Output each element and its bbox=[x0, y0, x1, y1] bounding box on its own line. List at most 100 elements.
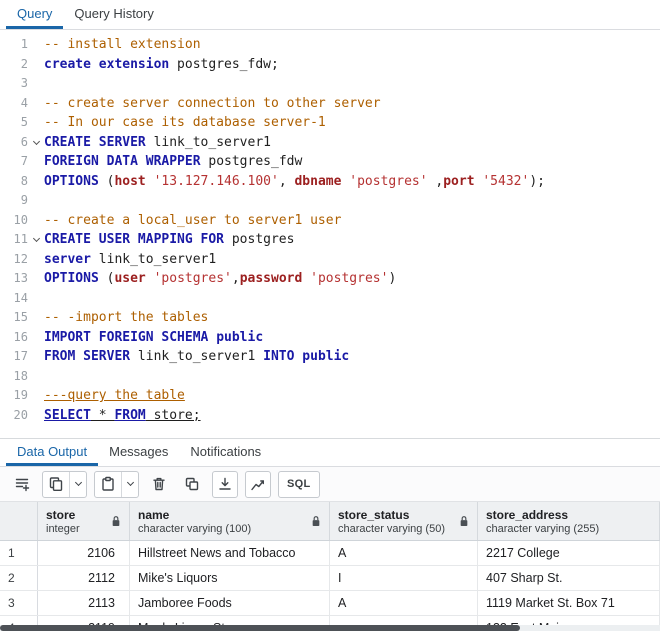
code-text: server link_to_server1 bbox=[44, 251, 217, 267]
tab-query-history[interactable]: Query History bbox=[63, 0, 164, 29]
copy-dropdown-button[interactable] bbox=[69, 471, 86, 497]
column-name: store_status bbox=[338, 507, 410, 522]
horizontal-scrollbar[interactable] bbox=[0, 625, 660, 631]
code-line[interactable]: 20 SELECT * FROM store; bbox=[0, 406, 660, 426]
code-line[interactable]: 14 bbox=[0, 289, 660, 309]
fold-gutter bbox=[28, 55, 44, 75]
data-cell[interactable]: 1119 Market St. Box 71 bbox=[478, 591, 660, 615]
save-data-changes-button[interactable] bbox=[179, 471, 205, 498]
save-data-changes-icon bbox=[184, 476, 200, 492]
line-number: 2 bbox=[20, 56, 28, 71]
data-output-toolbar: SQL bbox=[0, 467, 660, 502]
column-name: name bbox=[138, 507, 170, 522]
fold-toggle-icon[interactable] bbox=[28, 133, 44, 153]
code-line[interactable]: 8 OPTIONS (host '13.127.146.100', dbname … bbox=[0, 172, 660, 192]
line-number: 5 bbox=[20, 115, 28, 129]
code-line[interactable]: 11 CREATE USER MAPPING FOR postgres bbox=[0, 230, 660, 250]
fold-gutter bbox=[28, 269, 44, 289]
column-type: integer bbox=[46, 522, 80, 535]
code-line[interactable]: 13 OPTIONS (user 'postgres',password 'pos… bbox=[0, 269, 660, 289]
tab-notifications[interactable]: Notifications bbox=[179, 439, 272, 466]
code-line[interactable]: 6 CREATE SERVER link_to_server1 bbox=[0, 133, 660, 153]
code-text: -- create server connection to other ser… bbox=[44, 95, 381, 111]
column-header-store-status[interactable]: store_status character varying (50) bbox=[330, 502, 478, 540]
data-cell[interactable]: Mike's Liquors bbox=[130, 566, 330, 590]
data-cell[interactable]: Jamboree Foods bbox=[130, 591, 330, 615]
data-cell[interactable]: 2106 bbox=[38, 541, 130, 565]
results-grid: store integer name character varying (10… bbox=[0, 502, 660, 631]
scrollbar-thumb[interactable] bbox=[0, 625, 520, 631]
code-line[interactable]: 3 bbox=[0, 74, 660, 94]
code-line[interactable]: 15 -- -import the tables bbox=[0, 308, 660, 328]
delete-row-button[interactable] bbox=[146, 471, 172, 498]
chart-icon bbox=[250, 476, 266, 492]
sql-editor[interactable]: 1 -- install extension 2 create extension p… bbox=[0, 30, 660, 438]
fold-gutter bbox=[28, 328, 44, 348]
code-line[interactable]: 5 -- In our case its database server-1 bbox=[0, 113, 660, 133]
row-number-cell[interactable]: 1 bbox=[0, 541, 38, 565]
line-number: 15 bbox=[13, 310, 28, 324]
data-cell[interactable]: A bbox=[330, 591, 478, 615]
fold-gutter bbox=[28, 250, 44, 270]
paste-button-group bbox=[94, 470, 139, 498]
fold-gutter bbox=[28, 367, 44, 387]
code-line[interactable]: 7 FOREIGN DATA WRAPPER postgres_fdw bbox=[0, 152, 660, 172]
code-line[interactable]: 4 -- create server connection to other se… bbox=[0, 94, 660, 114]
editor-tab-bar: Query Query History bbox=[0, 0, 660, 30]
column-header-store-address[interactable]: store_address character varying (255) bbox=[478, 502, 660, 540]
column-header-store[interactable]: store integer bbox=[38, 502, 130, 540]
copy-button[interactable] bbox=[43, 472, 69, 497]
data-cell[interactable]: 2217 College bbox=[478, 541, 660, 565]
lock-icon bbox=[454, 515, 469, 527]
add-row-button[interactable] bbox=[9, 471, 35, 498]
trash-icon bbox=[151, 476, 167, 492]
fold-toggle-icon[interactable] bbox=[28, 230, 44, 250]
data-cell[interactable]: 2112 bbox=[38, 566, 130, 590]
code-text: IMPORT FOREIGN SCHEMA public bbox=[44, 329, 264, 345]
table-row: 2 2112 Mike's Liquors I 407 Sharp St. bbox=[0, 566, 660, 591]
column-label: name character varying (100) bbox=[138, 508, 251, 535]
lock-icon bbox=[106, 515, 121, 527]
code-line[interactable]: 19 ---query the table bbox=[0, 386, 660, 406]
data-cell[interactable]: Hillstreet News and Tobacco bbox=[130, 541, 330, 565]
column-label: store_address character varying (255) bbox=[486, 508, 599, 535]
chevron-down-icon bbox=[126, 478, 134, 487]
row-number-cell[interactable]: 3 bbox=[0, 591, 38, 615]
fold-gutter bbox=[28, 74, 44, 94]
code-line[interactable]: 17 FROM SERVER link_to_server1 INTO publi… bbox=[0, 347, 660, 367]
result-rows: 1 2106 Hillstreet News and Tobacco A 2217 Co… bbox=[0, 541, 660, 631]
column-name: store_address bbox=[486, 507, 569, 522]
code-line[interactable]: 12 server link_to_server1 bbox=[0, 250, 660, 270]
code-text: ---query the table bbox=[44, 388, 185, 403]
add-row-icon bbox=[14, 476, 30, 492]
row-number-cell[interactable]: 2 bbox=[0, 566, 38, 590]
code-line[interactable]: 18 bbox=[0, 367, 660, 387]
save-results-button[interactable] bbox=[212, 470, 238, 498]
tab-messages[interactable]: Messages bbox=[98, 439, 179, 466]
tab-data-output[interactable]: Data Output bbox=[6, 439, 99, 466]
line-number: 3 bbox=[20, 76, 28, 90]
fold-gutter bbox=[28, 347, 44, 367]
data-cell[interactable]: 2113 bbox=[38, 591, 130, 615]
row-number-header[interactable] bbox=[0, 502, 38, 540]
data-cell[interactable]: A bbox=[330, 541, 478, 565]
code-line[interactable]: 16 IMPORT FOREIGN SCHEMA public bbox=[0, 328, 660, 348]
data-cell[interactable]: 407 Sharp St. bbox=[478, 566, 660, 590]
code-line[interactable]: 2 create extension postgres_fdw; bbox=[0, 55, 660, 75]
code-line[interactable]: 10 -- create a local_user to server1 user bbox=[0, 211, 660, 231]
code-line[interactable]: 9 bbox=[0, 191, 660, 211]
tab-query[interactable]: Query bbox=[6, 0, 64, 29]
column-type: character varying (50) bbox=[338, 522, 445, 535]
paste-dropdown-button[interactable] bbox=[121, 471, 138, 497]
show-sql-button[interactable]: SQL bbox=[278, 470, 320, 498]
line-number: 11 bbox=[13, 232, 28, 246]
paste-button[interactable] bbox=[95, 472, 121, 497]
code-text: SELECT * FROM store; bbox=[44, 407, 201, 423]
chevron-down-icon bbox=[32, 235, 40, 243]
line-number: 1 bbox=[20, 37, 28, 51]
code-text: FROM SERVER link_to_server1 INTO public bbox=[44, 349, 350, 364]
code-line[interactable]: 1 -- install extension bbox=[0, 35, 660, 55]
column-header-name[interactable]: name character varying (100) bbox=[130, 502, 330, 540]
graph-visualiser-button[interactable] bbox=[245, 470, 271, 498]
data-cell[interactable]: I bbox=[330, 566, 478, 590]
